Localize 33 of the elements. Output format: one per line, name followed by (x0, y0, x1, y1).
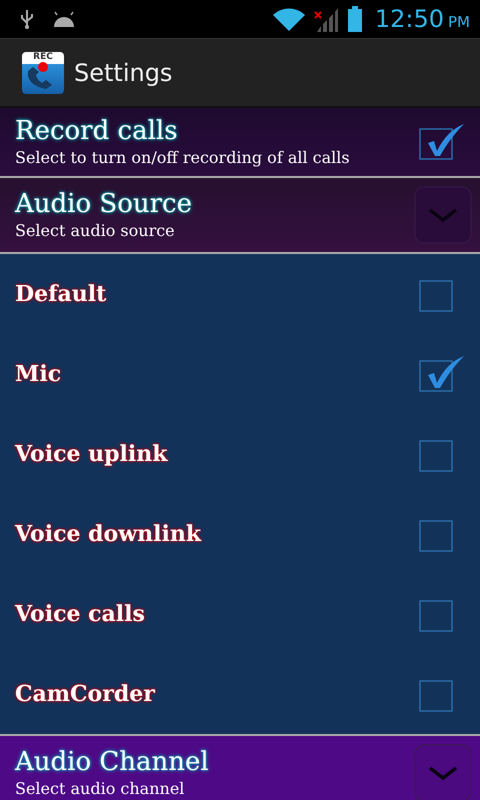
preference-title: Record calls (15, 115, 179, 147)
option-label: Voice uplink (15, 441, 169, 467)
android-icon (52, 11, 76, 27)
preference-title: Audio Source (15, 188, 193, 220)
option-label: Voice downlink (15, 521, 202, 547)
no-signal-icon (312, 6, 339, 32)
screen-title: Settings (74, 58, 172, 86)
option-label: Voice calls (15, 601, 146, 627)
clock-period: PM (448, 13, 470, 31)
preference-row[interactable]: Audio Source Select audio source (0, 178, 480, 252)
wifi-icon (272, 7, 305, 31)
preference-summary: Select audio channel (15, 778, 186, 800)
preference-summary: Select audio source (15, 220, 176, 242)
option-row[interactable]: Voice uplink (0, 414, 480, 494)
preference-summary: Select to turn on/off recording of all calls (15, 147, 351, 169)
checkbox[interactable] (418, 123, 466, 161)
option-row[interactable]: Default (0, 254, 480, 334)
option-row[interactable]: CamCorder (0, 654, 480, 734)
preference-title: Audio Channel (15, 746, 210, 778)
option-row[interactable]: Mic (0, 334, 480, 414)
option-label: Mic (15, 361, 62, 387)
clock-time: 12:50 (374, 5, 444, 33)
dropdown-button[interactable] (414, 186, 472, 244)
preference-row[interactable]: Record calls Select to turn on/off recording of all calls (0, 108, 480, 176)
app-icon: REC (22, 52, 64, 94)
option-label: Default (15, 281, 108, 307)
option-row[interactable]: Voice downlink (0, 494, 480, 574)
battery-icon (346, 6, 363, 32)
option-row[interactable]: Voice calls (0, 574, 480, 654)
usb-icon (20, 9, 34, 29)
dropdown-button[interactable] (414, 744, 472, 800)
option-label: CamCorder (15, 681, 156, 707)
checkbox[interactable] (418, 355, 466, 393)
